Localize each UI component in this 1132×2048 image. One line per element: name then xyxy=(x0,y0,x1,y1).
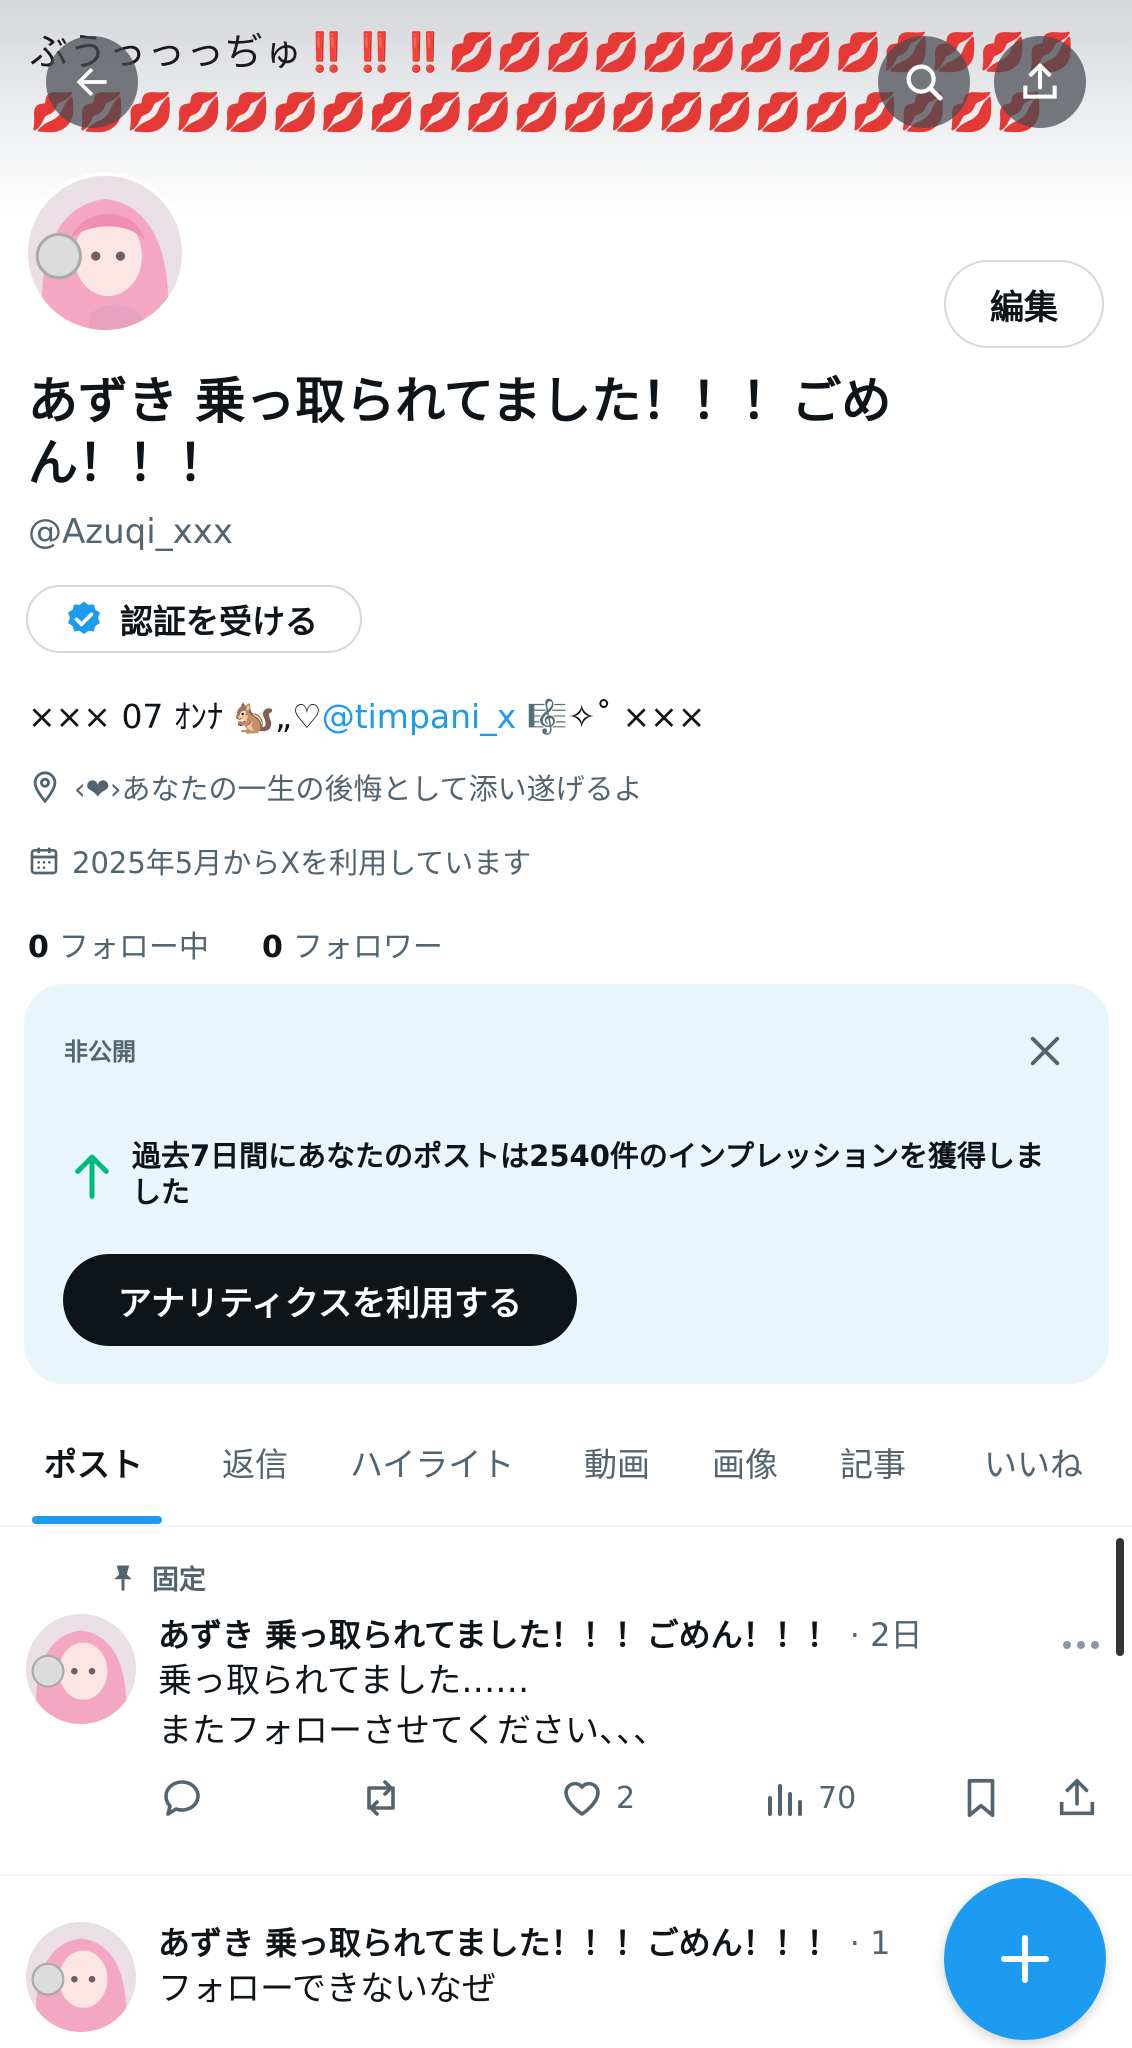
repost-icon xyxy=(367,1780,395,1816)
scrollbar[interactable] xyxy=(1116,1538,1124,1656)
search-icon xyxy=(906,64,943,101)
like-button[interactable]: 2 xyxy=(558,1774,635,1822)
views-chart-icon xyxy=(768,1784,802,1816)
bookmark-button[interactable] xyxy=(958,1774,1014,1822)
repost-button[interactable] xyxy=(356,1774,416,1822)
tab-posts[interactable]: ポスト xyxy=(44,1438,143,1486)
post-avatar[interactable] xyxy=(26,1614,136,1724)
bio-text-suffix: 🎼✧˚ ××× xyxy=(516,697,706,736)
profile-location: ‹❤︎›あなたの一生の後悔として添い遂げるよ xyxy=(28,766,643,808)
edit-profile-button[interactable]: 編集 xyxy=(944,260,1104,348)
follow-stats: 0 フォロー中 0 フォロワー xyxy=(28,922,443,966)
active-tab-indicator xyxy=(32,1516,162,1524)
close-card-button[interactable] xyxy=(1024,1030,1066,1076)
profile-avatar[interactable] xyxy=(24,172,186,334)
bio-text: ××× 07 ｵﾝﾅ 🐿️„♡ xyxy=(28,697,322,736)
trend-up-arrow-icon xyxy=(70,1150,114,1204)
use-analytics-button[interactable]: アナリティクスを利用する xyxy=(63,1254,577,1346)
share-icon xyxy=(1023,63,1057,99)
heart-icon xyxy=(564,1781,600,1816)
reply-icon xyxy=(164,1780,200,1816)
private-label: 非公開 xyxy=(64,1038,136,1066)
post-body: 乗っ取られてました…… またフォローさせてください、、、 xyxy=(158,1656,667,1756)
share-icon xyxy=(1059,1778,1095,1816)
post-text-line: またフォローさせてください、、、 xyxy=(158,1711,667,1751)
profile-join-date: 2025年5月からXを利用しています xyxy=(28,840,531,882)
tab-replies[interactable]: 返信 xyxy=(222,1438,288,1486)
profile-bio: ××× 07 ｵﾝﾅ 🐿️„♡@timpani_x 🎼✧˚ ××× xyxy=(28,692,705,742)
compose-post-button[interactable] xyxy=(944,1878,1106,2040)
tab-videos[interactable]: 動画 xyxy=(584,1438,650,1486)
tab-likes[interactable]: いいね xyxy=(984,1438,1083,1486)
profile-display-name: あずき 乗っ取られてました！！！ごめん！！！ xyxy=(28,372,892,492)
pinned-label: 固定 xyxy=(152,1565,206,1596)
post-text-line: フォローできないなぜ xyxy=(158,1969,496,2009)
post-avatar[interactable] xyxy=(26,1922,136,2032)
tab-images[interactable]: 画像 xyxy=(712,1438,778,1486)
close-icon xyxy=(1030,1036,1060,1066)
post-author-name[interactable]: あずき 乗っ取られてました！！！ごめん！！！ xyxy=(158,1616,839,1654)
post-author-name[interactable]: あずき 乗っ取られてました！！！ごめん！！！ xyxy=(158,1924,839,1962)
reply-button[interactable] xyxy=(158,1774,216,1822)
location-pin-icon xyxy=(33,771,57,804)
post-more-button[interactable] xyxy=(1060,1620,1102,1661)
tab-articles[interactable]: 記事 xyxy=(840,1438,906,1486)
share-button[interactable] xyxy=(994,36,1086,128)
calendar-icon xyxy=(30,847,58,875)
pin-icon xyxy=(114,1565,132,1590)
following-link[interactable]: 0 フォロー中 xyxy=(28,930,209,965)
verified-badge-icon xyxy=(68,601,100,635)
join-date-text: 2025年5月からXを利用しています xyxy=(72,846,532,880)
views-button[interactable]: 70 xyxy=(760,1774,856,1822)
more-dots-icon xyxy=(1063,1641,1099,1649)
post-divider xyxy=(0,1874,1132,1876)
location-text: ‹❤︎›あなたの一生の後悔として添い遂げるよ xyxy=(74,772,643,806)
share-post-button[interactable] xyxy=(1054,1774,1110,1822)
search-button[interactable] xyxy=(878,36,970,128)
post-header: あずき 乗っ取られてました！！！ごめん！！！ · 2日 xyxy=(158,1610,922,1656)
post-time[interactable]: · 2日 xyxy=(850,1616,923,1654)
get-verified-button[interactable]: 認証を受ける xyxy=(26,585,362,653)
bookmark-icon xyxy=(967,1778,995,1818)
tab-highlights[interactable]: ハイライト xyxy=(350,1438,514,1486)
profile-handle: @Azuqi_xxx xyxy=(28,512,234,552)
post-header: あずき 乗っ取られてました！！！ごめん！！！ · 1 xyxy=(158,1918,890,1964)
arrow-left-icon xyxy=(76,67,107,97)
post-text-line: 乗っ取られてました…… xyxy=(158,1661,530,1701)
profile-tabs xyxy=(0,1405,1132,1527)
back-button[interactable] xyxy=(46,36,138,128)
plus-icon xyxy=(1000,1934,1050,1984)
post-body: フォローできないなぜ xyxy=(158,1964,496,2014)
bio-mention-link[interactable]: @timpani_x xyxy=(322,697,517,736)
followers-link[interactable]: 0 フォロワー xyxy=(262,930,443,965)
pinned-indicator: 固定 xyxy=(108,1558,206,1597)
get-verified-label: 認証を受ける xyxy=(120,602,318,641)
post-time[interactable]: · 1 xyxy=(850,1924,891,1962)
like-count: 2 xyxy=(616,1780,636,1816)
impressions-message: 過去7日間にあなたのポストは2540件のインプレッションを獲得しました xyxy=(132,1139,1045,1209)
view-count: 70 xyxy=(818,1780,857,1816)
